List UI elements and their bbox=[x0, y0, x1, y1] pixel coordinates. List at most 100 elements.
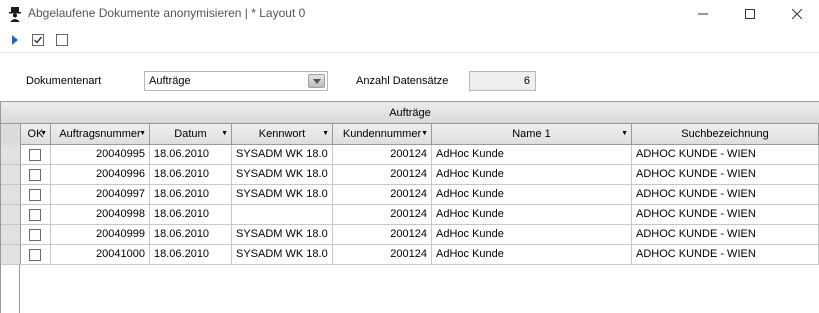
kundennummer-cell: 200124 bbox=[333, 165, 432, 185]
close-button[interactable] bbox=[774, 0, 819, 27]
kennwort-cell: SYSADM WK 18.0 bbox=[232, 245, 333, 265]
toolbar bbox=[0, 27, 819, 53]
ok-checkbox[interactable] bbox=[29, 169, 41, 181]
ok-checkbox[interactable] bbox=[29, 189, 41, 201]
row-selector-empty-area bbox=[1, 265, 20, 313]
sort-down-icon: ▼ bbox=[40, 130, 47, 137]
table-row[interactable]: 20040999 18.06.2010 SYSADM WK 18.0 200124 Ad… bbox=[1, 225, 819, 245]
orders-grid: Aufträge OK ▼ Auftragsnummer ▼ Datum ▼ Kenn… bbox=[0, 101, 819, 313]
column-header-auftragsnummer[interactable]: Auftragsnummer ▼ bbox=[51, 124, 150, 145]
close-icon bbox=[792, 8, 802, 19]
datum-cell: 18.06.2010 bbox=[150, 185, 232, 205]
column-header-label: Kennwort bbox=[258, 128, 306, 140]
maximize-icon bbox=[745, 8, 755, 19]
grid-header-row: OK ▼ Auftragsnummer ▼ Datum ▼ Kennwort ▼ Kun… bbox=[1, 124, 819, 145]
ok-cell[interactable] bbox=[21, 245, 51, 265]
check-all-button[interactable] bbox=[28, 30, 48, 50]
row-selector-header bbox=[1, 124, 21, 145]
suchbezeichnung-cell: ADHOC KUNDE - WIEN bbox=[632, 205, 819, 225]
name1-cell: AdHoc Kunde bbox=[432, 145, 632, 165]
kennwort-cell: SYSADM WK 18.0 bbox=[232, 185, 333, 205]
row-selector[interactable] bbox=[1, 245, 21, 265]
doctype-value: Aufträge bbox=[149, 75, 191, 87]
column-header-kennwort[interactable]: Kennwort ▼ bbox=[232, 124, 333, 145]
kennwort-cell: SYSADM WK 18.0 bbox=[232, 165, 333, 185]
sort-down-icon: ▼ bbox=[621, 130, 628, 137]
datum-cell: 18.06.2010 bbox=[150, 145, 232, 165]
ok-cell[interactable] bbox=[21, 145, 51, 165]
column-header-label: Kundennummer bbox=[342, 128, 422, 140]
column-header-ok[interactable]: OK ▼ bbox=[21, 124, 51, 145]
ok-checkbox[interactable] bbox=[29, 149, 41, 161]
suchbezeichnung-cell: ADHOC KUNDE - WIEN bbox=[632, 225, 819, 245]
auftragsnummer-cell: 20040997 bbox=[51, 185, 150, 205]
ok-checkbox[interactable] bbox=[29, 209, 41, 221]
name1-cell: AdHoc Kunde bbox=[432, 185, 632, 205]
column-header-datum[interactable]: Datum ▼ bbox=[150, 124, 232, 145]
ok-cell[interactable] bbox=[21, 205, 51, 225]
ok-cell[interactable] bbox=[21, 185, 51, 205]
column-header-label: Suchbezeichnung bbox=[681, 128, 769, 140]
kundennummer-cell: 200124 bbox=[333, 145, 432, 165]
column-header-label: Auftragsnummer bbox=[59, 128, 141, 140]
suchbezeichnung-cell: ADHOC KUNDE - WIEN bbox=[632, 145, 819, 165]
run-button[interactable] bbox=[5, 30, 25, 50]
check-all-icon bbox=[32, 34, 44, 46]
table-row[interactable]: 20040998 18.06.2010 200124 AdHoc Kunde ADHOC… bbox=[1, 205, 819, 225]
sort-down-icon: ▼ bbox=[421, 130, 428, 137]
datum-cell: 18.06.2010 bbox=[150, 205, 232, 225]
sort-down-icon: ▼ bbox=[221, 130, 228, 137]
sort-down-icon: ▼ bbox=[139, 130, 146, 137]
play-icon bbox=[12, 35, 18, 45]
table-row[interactable]: 20040995 18.06.2010 SYSADM WK 18.0 200124 Ad… bbox=[1, 145, 819, 165]
kennwort-cell bbox=[232, 205, 333, 225]
auftragsnummer-cell: 20040998 bbox=[51, 205, 150, 225]
datum-cell: 18.06.2010 bbox=[150, 225, 232, 245]
suchbezeichnung-cell: ADHOC KUNDE - WIEN bbox=[632, 165, 819, 185]
kundennummer-cell: 200124 bbox=[333, 225, 432, 245]
grid-caption: Aufträge bbox=[1, 102, 819, 124]
ok-cell[interactable] bbox=[21, 165, 51, 185]
count-value: 6 bbox=[523, 75, 530, 87]
count-label: Anzahl Datensätze bbox=[356, 75, 449, 87]
uncheck-all-button[interactable] bbox=[52, 30, 72, 50]
title-bar: Abgelaufene Dokumente anonymisieren | * … bbox=[0, 0, 819, 27]
ok-cell[interactable] bbox=[21, 225, 51, 245]
column-header-name1[interactable]: Name 1 ▼ bbox=[432, 124, 632, 145]
kundennummer-cell: 200124 bbox=[333, 245, 432, 265]
row-selector[interactable] bbox=[1, 205, 21, 225]
minimize-button[interactable] bbox=[680, 0, 726, 27]
column-header-label: Datum bbox=[174, 128, 207, 140]
table-row[interactable]: 20040997 18.06.2010 SYSADM WK 18.0 200124 Ad… bbox=[1, 185, 819, 205]
doctype-select[interactable]: Aufträge bbox=[144, 71, 328, 91]
kennwort-cell: SYSADM WK 18.0 bbox=[232, 225, 333, 245]
table-row[interactable]: 20041000 18.06.2010 SYSADM WK 18.0 200124 Ad… bbox=[1, 245, 819, 265]
name1-cell: AdHoc Kunde bbox=[432, 165, 632, 185]
row-selector[interactable] bbox=[1, 145, 21, 165]
kennwort-cell: SYSADM WK 18.0 bbox=[232, 145, 333, 165]
row-selector[interactable] bbox=[1, 185, 21, 205]
suchbezeichnung-cell: ADHOC KUNDE - WIEN bbox=[632, 185, 819, 205]
column-header-suchbezeichnung[interactable]: Suchbezeichnung bbox=[632, 124, 819, 145]
chevron-down-icon bbox=[312, 78, 321, 84]
minimize-icon bbox=[698, 13, 708, 14]
ok-checkbox[interactable] bbox=[29, 249, 41, 261]
doctype-label: Dokumentenart bbox=[26, 75, 102, 87]
table-row[interactable]: 20040996 18.06.2010 SYSADM WK 18.0 200124 Ad… bbox=[1, 165, 819, 185]
uncheck-all-icon bbox=[56, 34, 68, 46]
column-header-label: Name 1 bbox=[512, 128, 551, 140]
sort-down-icon: ▼ bbox=[322, 130, 329, 137]
column-header-kundennummer[interactable]: Kundennummer ▼ bbox=[333, 124, 432, 145]
kundennummer-cell: 200124 bbox=[333, 205, 432, 225]
row-selector[interactable] bbox=[1, 225, 21, 245]
doctype-dropdown-button[interactable] bbox=[308, 74, 325, 88]
maximize-button[interactable] bbox=[727, 0, 773, 27]
auftragsnummer-cell: 20040996 bbox=[51, 165, 150, 185]
name1-cell: AdHoc Kunde bbox=[432, 205, 632, 225]
suchbezeichnung-cell: ADHOC KUNDE - WIEN bbox=[632, 245, 819, 265]
ok-checkbox[interactable] bbox=[29, 229, 41, 241]
auftragsnummer-cell: 20041000 bbox=[51, 245, 150, 265]
name1-cell: AdHoc Kunde bbox=[432, 245, 632, 265]
row-selector[interactable] bbox=[1, 165, 21, 185]
count-field: 6 bbox=[469, 71, 536, 91]
